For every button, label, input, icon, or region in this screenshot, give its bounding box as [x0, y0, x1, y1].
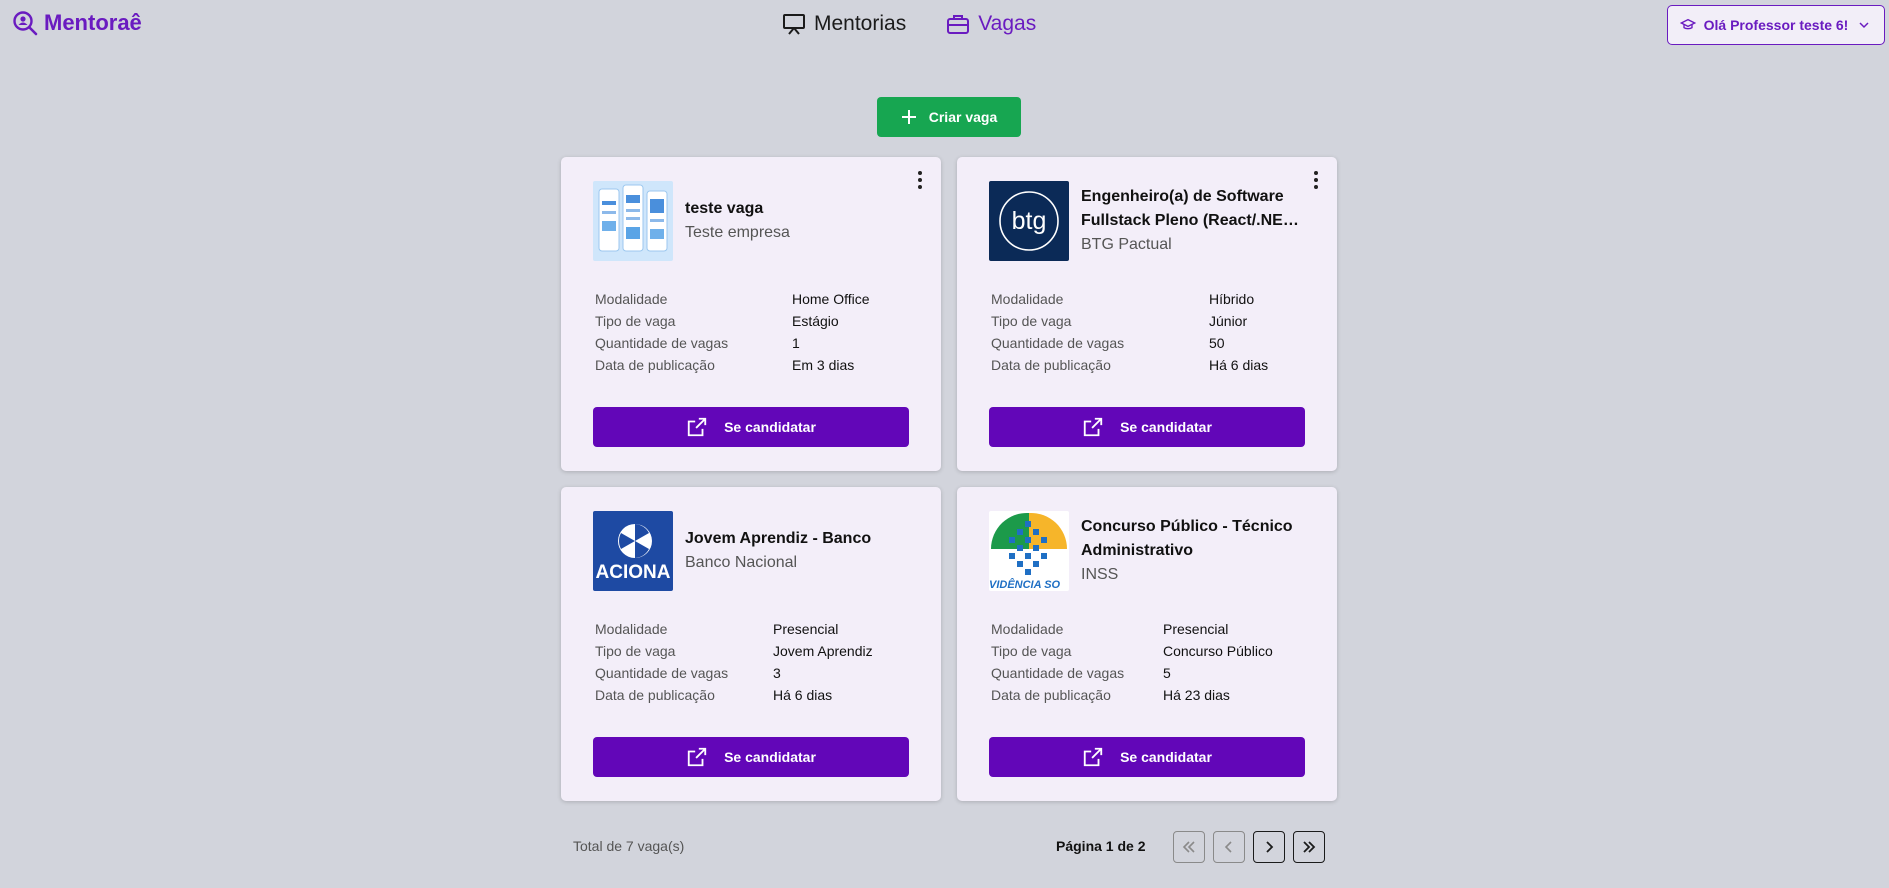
detail-value: 50 [1209, 335, 1225, 351]
detail-value: Presencial [773, 621, 839, 637]
app-logo[interactable]: Mentoraê [12, 10, 142, 36]
apply-button[interactable]: Se candidatar [593, 737, 909, 777]
external-link-icon [1083, 747, 1103, 767]
chevron-right-icon [1266, 841, 1274, 853]
mentor-search-icon [13, 11, 38, 36]
page-info: Página 1 de 2 [1056, 838, 1146, 854]
detail-label: Tipo de vaga [595, 643, 676, 659]
detail-value: Presencial [1163, 621, 1229, 637]
job-title: Engenheiro(a) de Software Fullstack Plen… [1081, 188, 1298, 229]
next-page-button[interactable] [1253, 831, 1285, 863]
detail-value: Concurso Público [1163, 643, 1273, 659]
detail-label: Quantidade de vagas [595, 665, 729, 681]
job-details: Modalidade Híbrido Tipo de vaga Júnior Qua… [989, 288, 1305, 376]
job-logo: ACIONA [593, 511, 673, 591]
chevron-left-icon [1224, 841, 1232, 853]
user-greeting: Olá Professor teste 6! [1703, 17, 1849, 33]
job-card: ACIONA Jovem Aprendiz - Banco Banco Naci… [561, 487, 941, 801]
graduation-cap-icon [1679, 18, 1696, 30]
external-link-icon [1083, 417, 1103, 437]
apply-label: Se candidatar [724, 419, 816, 435]
apply-button[interactable]: Se candidatar [593, 407, 909, 447]
apply-label: Se candidatar [1120, 419, 1212, 435]
detail-label: Modalidade [595, 621, 668, 637]
nav-vagas[interactable]: Vagas [946, 12, 1036, 36]
detail-value: Estágio [792, 313, 839, 329]
detail-label: Quantidade de vagas [991, 665, 1125, 681]
detail-value: Júnior [1209, 313, 1248, 329]
more-options-icon[interactable] [1307, 169, 1325, 191]
job-title: Concurso Público - Técnico Administrativ… [1081, 518, 1293, 559]
apply-label: Se candidatar [1120, 749, 1212, 765]
detail-value: Há 23 dias [1163, 687, 1230, 703]
detail-label: Data de publicação [595, 357, 715, 373]
detail-value: Em 3 dias [792, 357, 855, 373]
pagination [1173, 831, 1325, 863]
logo-nacional-text: ACIONA [596, 562, 671, 583]
create-job-label: Criar vaga [928, 109, 998, 125]
apply-label: Se candidatar [724, 749, 816, 765]
more-options-icon[interactable] [911, 169, 929, 191]
apply-button[interactable]: Se candidatar [989, 737, 1305, 777]
detail-value: 5 [1163, 665, 1171, 681]
chevrons-right-icon [1303, 841, 1316, 853]
nav-vagas-label: Vagas [978, 12, 1037, 35]
detail-label: Data de publicação [991, 357, 1111, 373]
job-company: INSS [1081, 566, 1119, 583]
job-card: btg Engenheiro(a) de Software Fullstack … [957, 157, 1337, 471]
job-company: Teste empresa [685, 224, 790, 241]
logo-inss-text: VIDÊNCIA SO [989, 578, 1061, 591]
user-menu-button[interactable]: Olá Professor teste 6! [1667, 5, 1885, 45]
job-title: teste vaga [685, 200, 764, 217]
main-nav: Mentorias Vagas [782, 12, 1036, 36]
job-logo: btg [989, 181, 1069, 261]
plus-icon [901, 110, 916, 124]
last-page-button[interactable] [1293, 831, 1325, 863]
detail-value: Há 6 dias [773, 687, 833, 703]
job-title: Jovem Aprendiz - Banco [685, 530, 872, 547]
job-company: BTG Pactual [1081, 236, 1172, 253]
job-details: Modalidade Presencial Tipo de vaga Concurs… [989, 618, 1305, 706]
apply-button[interactable]: Se candidatar [989, 407, 1305, 447]
external-link-icon [687, 747, 707, 767]
job-logo [593, 181, 673, 261]
previous-page-button[interactable] [1213, 831, 1245, 863]
detail-value: Home Office [792, 291, 870, 307]
presentation-icon [783, 14, 805, 35]
job-details: Modalidade Presencial Tipo de vaga Jovem A… [593, 618, 909, 706]
detail-label: Quantidade de vagas [991, 335, 1125, 351]
detail-label: Quantidade de vagas [595, 335, 729, 351]
jobs-grid: teste vaga Teste empresa Modalidade Home … [561, 157, 1337, 801]
nav-mentorias-label: Mentorias [814, 12, 907, 35]
job-logo: VIDÊNCIA SO [989, 511, 1069, 591]
detail-label: Modalidade [991, 621, 1064, 637]
logo-btg-text: btg [1012, 207, 1047, 235]
briefcase-icon [947, 15, 970, 34]
job-card: VIDÊNCIA SO Concurso Público - Técnico A… [957, 487, 1337, 801]
job-card: teste vaga Teste empresa Modalidade Home … [561, 157, 941, 471]
detail-value: 3 [773, 665, 781, 681]
first-page-button[interactable] [1173, 831, 1205, 863]
nav-mentorias[interactable]: Mentorias [782, 12, 906, 36]
chevrons-left-icon [1182, 841, 1195, 853]
detail-label: Modalidade [595, 291, 668, 307]
external-link-icon [687, 417, 707, 437]
detail-label: Tipo de vaga [991, 313, 1072, 329]
chevron-down-icon [1859, 22, 1869, 29]
detail-value: Híbrido [1209, 291, 1255, 307]
job-company: Banco Nacional [685, 554, 798, 571]
detail-label: Modalidade [991, 291, 1064, 307]
detail-value: Há 6 dias [1209, 357, 1269, 373]
total-count: Total de 7 vaga(s) [573, 838, 685, 854]
detail-label: Data de publicação [595, 687, 715, 703]
detail-value: Jovem Aprendiz [773, 643, 873, 659]
detail-value: 1 [792, 335, 800, 351]
create-job-button[interactable]: Criar vaga [877, 97, 1021, 137]
detail-label: Tipo de vaga [991, 643, 1072, 659]
job-details: Modalidade Home Office Tipo de vaga Estági… [593, 288, 909, 376]
detail-label: Data de publicação [991, 687, 1111, 703]
detail-label: Tipo de vaga [595, 313, 676, 329]
logo-text: Mentoraê [44, 10, 142, 35]
